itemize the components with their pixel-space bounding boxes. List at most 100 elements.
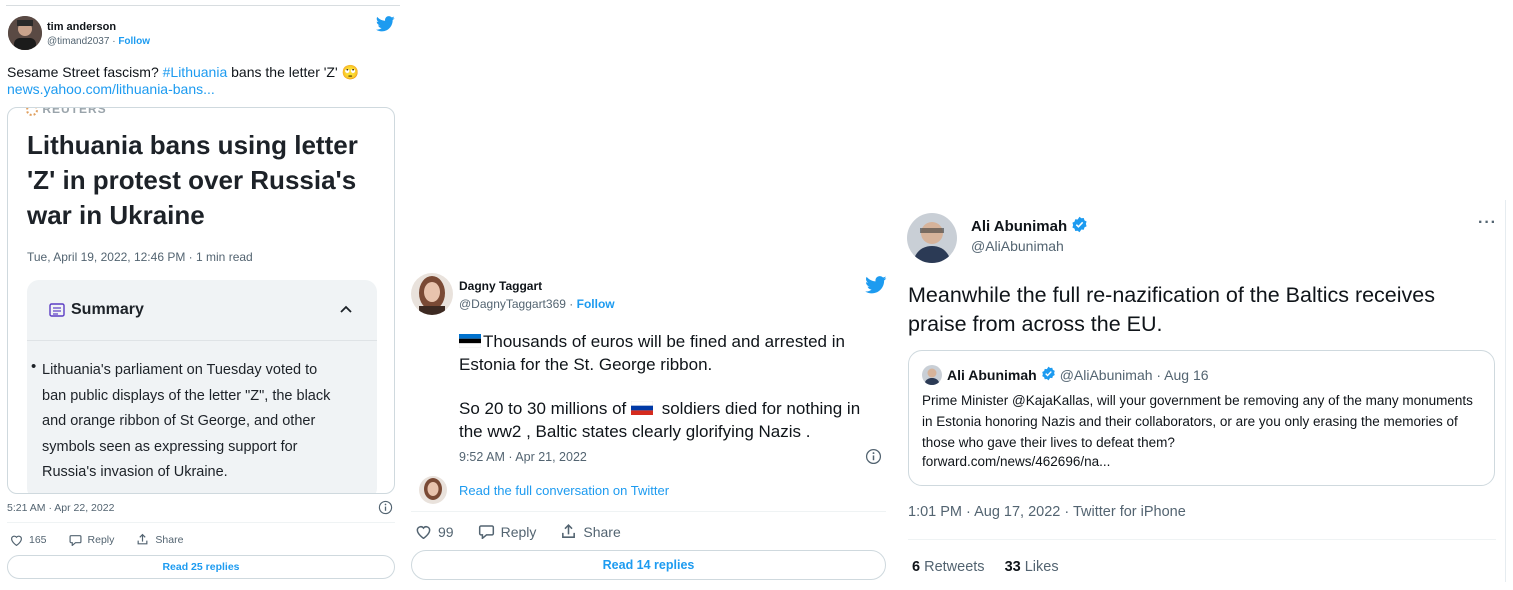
top-rule [6,5,400,6]
divider [411,511,886,512]
summary-icon [49,302,65,323]
share-button[interactable]: Share [560,523,621,540]
quote-tweet[interactable]: Ali Abunimah @AliAbunimah · Aug 16 Prime… [908,350,1495,486]
russia-flag-icon [630,398,654,415]
avatar-image [907,213,957,263]
share-button[interactable]: Share [136,533,183,546]
tweet-paragraph-1: Thousands of euros will be fined and arr… [459,332,845,374]
right-edge-rule [1505,200,1506,582]
reuters-logo-icon [26,108,38,116]
verified-badge-icon [1041,366,1056,384]
tweet-text: Thousands of euros will be fined and arr… [458,330,884,376]
verified-badge-icon [1071,216,1088,237]
read-conversation-link[interactable]: Read the full conversation on Twitter [459,483,669,498]
summary-divider [27,340,377,341]
article-card[interactable]: REUTERS Lithuania bans using letter 'Z' … [7,107,395,494]
reply-label: Reply [500,523,537,540]
follow-link[interactable]: Follow [118,36,150,47]
author-name[interactable]: Dagny Taggart [459,279,542,293]
like-count: 99 [438,523,454,540]
info-icon[interactable] [865,448,882,470]
summary-title: Summary [71,301,144,318]
divider [908,539,1496,540]
avatar[interactable] [8,16,42,50]
avatar-image [8,16,42,50]
divider [7,522,395,523]
retweets-stat[interactable]: 6 Retweets [912,559,985,575]
article-read-time: 1 min read [196,250,253,264]
summary-box: Summary • Lithuania's parliament on Tues… [27,280,377,493]
avatar-image [411,273,453,315]
like-count: 165 [29,533,47,546]
tweet-text: Sesame Street fascism? #Lithuania bans t… [7,63,397,81]
reply-icon [478,525,494,539]
read-replies-button[interactable]: Read 14 replies [411,550,886,580]
share-label: Share [155,533,184,546]
quote-text: Prime Minister @KajaKallas, will your go… [922,393,1473,450]
tweet-text: Meanwhile the full re-nazification of th… [908,283,1436,336]
author-handle[interactable]: @DagnyTaggart369 [459,297,566,311]
tweet-3: Ali Abunimah @AliAbunimah ··· Meanwhile … [900,0,1513,590]
quote-link[interactable]: forward.com/news/462696/na... [922,454,1110,469]
author-name[interactable]: Ali Abunimah [971,218,1067,235]
chevron-up-icon[interactable] [339,302,353,321]
action-bar: 99 Reply Share [415,523,643,540]
reply-icon [69,534,82,546]
engagement-stats: 6 Retweets 33 Likes [912,559,1059,575]
read-replies-button[interactable]: Read 25 replies [7,555,395,579]
estonia-flag-icon [458,331,482,349]
retweets-label: Retweets [924,559,985,575]
bullet: • [31,358,37,375]
article-link[interactable]: news.yahoo.com/lithuania-bans... [7,81,215,97]
reply-label: Reply [87,533,115,546]
timestamp[interactable]: 1:01 PM · Aug 17, 2022 · Twitter for iPh… [908,504,1186,520]
twitter-bird-icon[interactable] [376,16,395,32]
conversation-avatar [419,476,447,504]
article-meta: Tue, April 19, 2022, 12:46 PM · 1 min re… [27,250,253,264]
heart-icon [11,535,22,546]
tweet-text-part: Sesame Street fascism? [7,64,163,80]
author-handle[interactable]: @timand2037 [47,36,109,47]
reply-button[interactable]: Reply [478,523,537,540]
likes-count: 33 [1004,559,1021,575]
tweet-text-part: bans the letter 'Z' 🙄 [227,64,359,80]
more-options-icon[interactable]: ··· [1478,214,1497,232]
quote-header: Ali Abunimah @AliAbunimah · Aug 16 [947,366,1209,384]
share-icon [137,533,148,545]
quote-author-name: Ali Abunimah [947,367,1037,383]
quote-handle-date: @AliAbunimah · Aug 16 [1059,367,1209,383]
heart-icon [416,525,431,539]
tweet-text-2: So 20 to 30 millions of soldiers died fo… [459,397,884,443]
retweets-count: 6 [912,559,921,575]
likes-stat[interactable]: 33 Likes [1005,559,1059,575]
reply-button[interactable]: Reply [69,533,115,546]
info-icon[interactable] [378,500,393,520]
article-headline[interactable]: Lithuania bans using letter 'Z' in prote… [27,128,367,233]
twitter-bird-icon[interactable] [865,276,887,294]
likes-label: Likes [1024,559,1059,575]
author-handle[interactable]: @AliAbunimah [971,238,1064,254]
share-label: Share [583,523,621,540]
author-meta: @DagnyTaggart369 · Follow [459,297,615,311]
follow-link[interactable]: Follow [577,297,615,311]
hashtag-link[interactable]: #Lithuania [163,64,228,80]
share-icon [562,524,576,538]
timestamp[interactable]: 9:52 AM · Apr 21, 2022 [459,450,587,464]
source-label: REUTERS [26,107,107,116]
avatar[interactable] [907,213,957,263]
tweet-2: Dagny Taggart @DagnyTaggart369 · Follow … [405,0,895,590]
like-button[interactable]: 165 [10,534,47,546]
avatar[interactable] [411,273,453,315]
author-name-row: Ali Abunimah [971,216,1088,237]
tweet-1: tim anderson @timand2037 · Follow Sesame… [0,0,400,590]
timestamp[interactable]: 5:21 AM · Apr 22, 2022 [7,502,114,514]
tweet-paragraph-2a: So 20 to 30 millions of [459,399,631,418]
author-name[interactable]: tim anderson [47,21,116,33]
like-button[interactable]: 99 [415,524,454,540]
summary-text: Lithuania's parliament on Tuesday voted … [42,362,331,481]
quote-avatar [922,365,942,385]
article-date: Tue, April 19, 2022, 12:46 PM [27,250,186,264]
action-bar: 165 Reply Share [10,533,205,546]
source-name: REUTERS [42,107,107,116]
author-meta: @timand2037 · Follow [47,36,150,47]
